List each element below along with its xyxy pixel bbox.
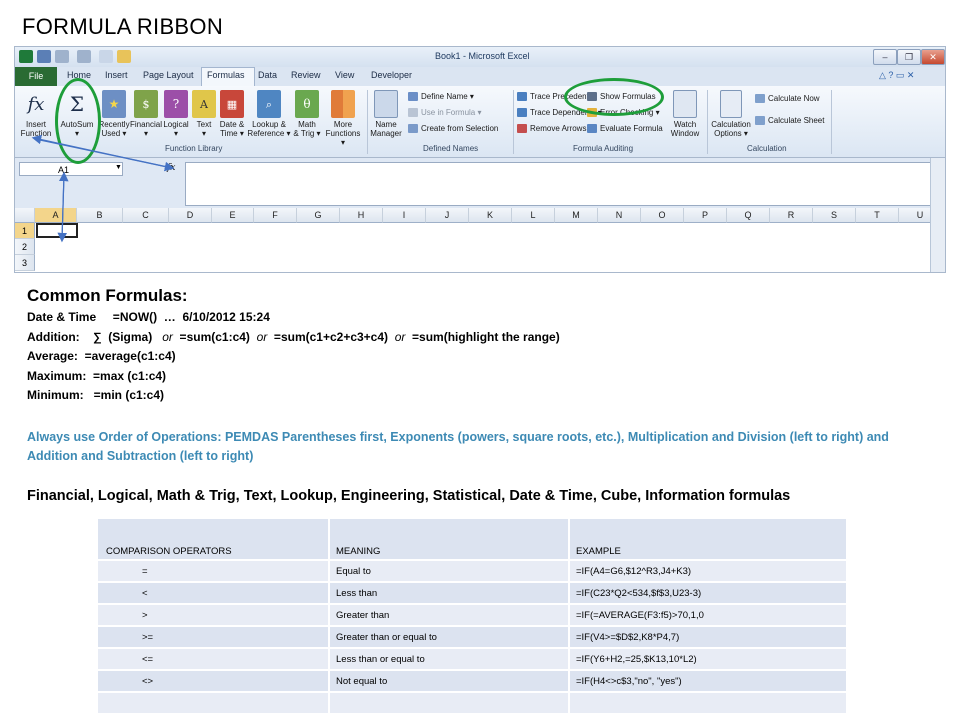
- formula-line-addition: Addition: ∑ (Sigma) or =sum(c1:c4) or =s…: [27, 328, 560, 348]
- cell-meaning: Less than: [328, 581, 570, 605]
- cell-operator: >: [96, 603, 330, 627]
- formula-text: =sum(c1+c2+c3+c4): [267, 329, 395, 344]
- formula-line-average: Average: =average(c1:c4): [27, 347, 560, 367]
- header-example: EXAMPLE: [568, 517, 848, 561]
- table-row: <> Not equal to =IF(H4<>c$3,"no", "yes"): [96, 669, 848, 693]
- cell-operator: <=: [96, 647, 330, 671]
- cell-meaning: Greater than: [328, 603, 570, 627]
- table-row: > Greater than =IF(=AVERAGE(F3:f5)>70,1,0: [96, 603, 848, 627]
- formula-text: =sum(c1:c4): [172, 329, 257, 344]
- formula-line-maximum: Maximum: =max (c1:c4): [27, 367, 560, 387]
- table-header-row: COMPARISON OPERATORS MEANING EXAMPLE: [96, 517, 848, 561]
- cell-example: =IF(A4=G6,$12^R3,J4+K3): [568, 559, 848, 583]
- or-text: or: [162, 329, 173, 344]
- cell-example: =IF(V4>=$D$2,K8*P4,7): [568, 625, 848, 649]
- cell-meaning: [328, 691, 570, 715]
- header-operators: COMPARISON OPERATORS: [96, 517, 330, 561]
- annotation-arrows: [31, 134, 175, 243]
- arrow-fx-back: [31, 134, 173, 169]
- arrow-cell-line: [57, 173, 68, 243]
- cell-operator: >=: [96, 625, 330, 649]
- formula-lines: Date & Time =NOW() … 6/10/2012 15:24 Add…: [27, 308, 560, 406]
- common-formulas-heading: Common Formulas:: [27, 286, 188, 305]
- or-text: or: [256, 329, 268, 344]
- formula-text: Date & Time =NOW() … 6/10/2012 15:24: [27, 310, 270, 324]
- cell-operator: =: [96, 559, 330, 583]
- formula-text: Average: =average(c1:c4): [27, 349, 176, 363]
- cell-example: [568, 691, 848, 715]
- or-text: or: [394, 329, 406, 344]
- cell-meaning: Less than or equal to: [328, 647, 570, 671]
- cell-example: =IF(Y6+H2,=25,$K13,10*L2): [568, 647, 848, 671]
- table-row: = Equal to =IF(A4=G6,$12^R3,J4+K3): [96, 559, 848, 583]
- cell-meaning: Greater than or equal to: [328, 625, 570, 649]
- formula-text: Maximum: =max (c1:c4): [27, 368, 167, 383]
- pemdas-note: Always use Order of Operations: PEMDAS P…: [27, 430, 889, 463]
- formula-categories-line: Financial, Logical, Math & Trig, Text, L…: [27, 488, 791, 504]
- cell-meaning: Equal to: [328, 559, 570, 583]
- formula-line-date-time: Date & Time =NOW() … 6/10/2012 15:24: [27, 308, 560, 328]
- formula-text: Addition: ∑ (Sigma): [27, 329, 163, 344]
- cell-meaning: Not equal to: [328, 669, 570, 693]
- formula-text: =sum(highlight the range): [405, 329, 560, 344]
- formula-text: Minimum: =min (c1:c4): [27, 388, 165, 402]
- table-row: >= Greater than or equal to =IF(V4>=$D$2,K…: [96, 625, 848, 649]
- table-row: < Less than =IF(C23*Q2<534,$f$3,U23-3): [96, 581, 848, 605]
- comparison-operators-table: COMPARISON OPERATORS MEANING EXAMPLE = Eq…: [96, 517, 848, 715]
- cell-example: =IF(C23*Q2<534,$f$3,U23-3): [568, 581, 848, 605]
- formula-line-minimum: Minimum: =min (c1:c4): [27, 386, 560, 406]
- cell-operator: [96, 691, 330, 715]
- cell-operator: <>: [96, 669, 330, 693]
- table-row: <= Less than or equal to =IF(Y6+H2,=25,$K1…: [96, 647, 848, 671]
- cell-example: =IF(=AVERAGE(F3:f5)>70,1,0: [568, 603, 848, 627]
- table-row: [96, 691, 848, 715]
- cell-operator: <: [96, 581, 330, 605]
- cell-example: =IF(H4<>c$3,"no", "yes"): [568, 669, 848, 693]
- header-meaning: MEANING: [328, 517, 570, 561]
